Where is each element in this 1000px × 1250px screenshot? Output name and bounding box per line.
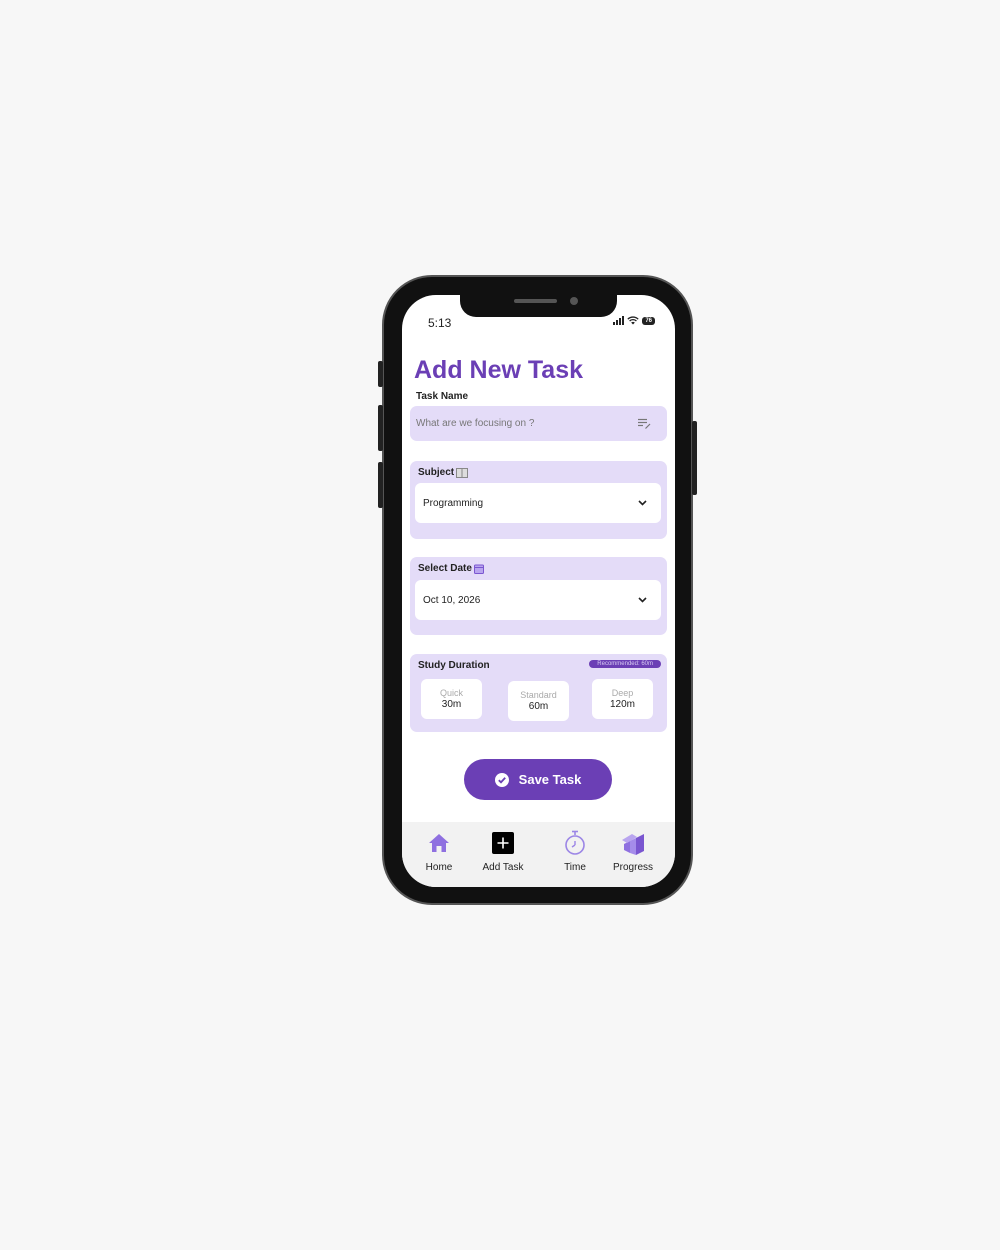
- calendar-icon: [473, 564, 484, 574]
- nav-item-time[interactable]: Time: [545, 830, 605, 873]
- status-icons: 76: [613, 316, 655, 325]
- subject-label: Subject: [418, 467, 469, 478]
- duration-option-name: Standard: [520, 690, 557, 700]
- check-circle-icon: [494, 772, 509, 787]
- date-label: Select Date: [418, 563, 484, 574]
- duration-option-standard[interactable]: Standard 60m: [508, 681, 569, 721]
- date-card: Select Date Oct 10, 2026: [410, 557, 667, 635]
- duration-option-value: 30m: [441, 699, 462, 710]
- plus-icon: [492, 832, 514, 854]
- duration-option-quick[interactable]: Quick 30m: [421, 679, 482, 719]
- battery-icon: 76: [642, 316, 655, 325]
- nav-label-home: Home: [425, 862, 453, 873]
- nav-label-add-task: Add Task: [482, 862, 524, 873]
- progress-icon: [622, 834, 644, 855]
- task-name-input[interactable]: [416, 414, 626, 432]
- subject-card: Subject Programming: [410, 461, 667, 539]
- home-icon: [429, 834, 449, 852]
- duration-option-value: 120m: [609, 699, 635, 710]
- task-name-field[interactable]: [410, 406, 667, 441]
- chevron-down-icon: [638, 597, 647, 603]
- subject-value: Programming: [423, 497, 484, 509]
- mute-switch: [378, 361, 383, 387]
- stopwatch-icon: [565, 830, 585, 855]
- signal-icon: [613, 316, 625, 325]
- date-value: Oct 10, 2026: [423, 594, 481, 606]
- recommended-badge: Recommended: 60m: [589, 660, 661, 668]
- phone-frame: 5:13 76 Add New Task Task Name What are …: [378, 275, 697, 905]
- duration-option-deep[interactable]: Deep 120m: [592, 679, 653, 719]
- duration-card: Study Duration Recommended: 60m Quick 30…: [410, 654, 667, 732]
- volume-down-button: [378, 462, 383, 508]
- save-task-button[interactable]: Save Task: [464, 759, 612, 800]
- save-task-label: Save Task: [518, 772, 582, 787]
- duration-label: Study Duration: [418, 660, 490, 671]
- nav-item-add-task[interactable]: Add Task: [473, 830, 533, 873]
- nav-item-home[interactable]: Home: [409, 830, 469, 873]
- duration-option-value: 60m: [528, 701, 549, 712]
- duration-option-name: Deep: [611, 688, 634, 698]
- volume-up-button: [378, 405, 383, 451]
- nav-label-time: Time: [564, 862, 586, 873]
- edit-list-icon: [638, 418, 651, 429]
- duration-option-name: Quick: [439, 688, 463, 698]
- status-time: 5:13: [428, 316, 452, 330]
- notch: [460, 295, 617, 317]
- wifi-icon: [627, 316, 639, 325]
- screen: 5:13 76 Add New Task Task Name What are …: [402, 295, 675, 887]
- subject-select[interactable]: Programming: [415, 483, 661, 523]
- nav-item-progress[interactable]: Progress: [603, 830, 663, 873]
- book-icon: [456, 467, 469, 478]
- power-button: [692, 421, 697, 495]
- task-name-label: Task Name: [416, 391, 469, 402]
- bottom-nav: Home Add Task Time Progress: [402, 822, 675, 887]
- nav-label-progress: Progress: [612, 862, 653, 873]
- date-select[interactable]: Oct 10, 2026: [415, 580, 661, 620]
- chevron-down-icon: [638, 500, 647, 506]
- page-title: Add New Task: [414, 356, 584, 384]
